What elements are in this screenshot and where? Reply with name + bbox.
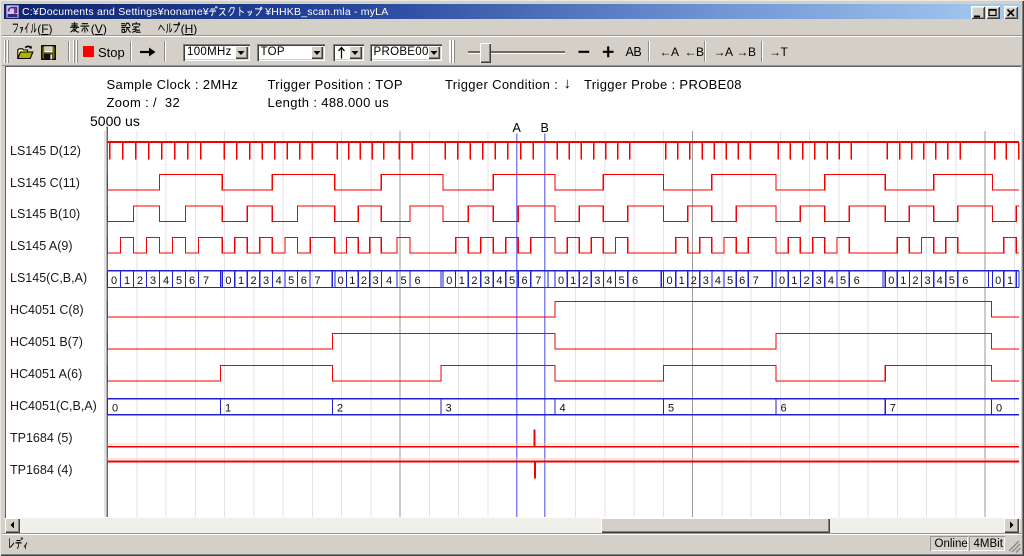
svg-text:3: 3 <box>446 402 452 414</box>
svg-text:0: 0 <box>338 275 344 287</box>
svg-text:5: 5 <box>949 275 955 287</box>
svg-text:6: 6 <box>632 275 638 287</box>
svg-text:4: 4 <box>937 275 943 287</box>
svg-text:6: 6 <box>781 402 787 414</box>
svg-text:1: 1 <box>1007 275 1013 287</box>
svg-text:7: 7 <box>314 275 320 287</box>
svg-text:3: 3 <box>484 275 490 287</box>
svg-text:3: 3 <box>703 275 709 287</box>
svg-text:1: 1 <box>679 275 685 287</box>
svg-text:7: 7 <box>753 275 759 287</box>
svg-text:4: 4 <box>715 275 721 287</box>
svg-text:0: 0 <box>112 402 118 414</box>
svg-text:1: 1 <box>570 275 576 287</box>
svg-text:4: 4 <box>276 275 282 287</box>
svg-text:5: 5 <box>400 275 406 287</box>
svg-text:2: 2 <box>137 275 143 287</box>
svg-text:4: 4 <box>828 275 834 287</box>
svg-text:2: 2 <box>361 275 367 287</box>
svg-text:2: 2 <box>337 402 343 414</box>
svg-text:1: 1 <box>791 275 797 287</box>
svg-text:7: 7 <box>890 402 896 414</box>
svg-text:6: 6 <box>739 275 745 287</box>
svg-text:2: 2 <box>251 275 257 287</box>
svg-text:0: 0 <box>558 275 564 287</box>
svg-text:3: 3 <box>924 275 930 287</box>
svg-text:5: 5 <box>668 402 674 414</box>
svg-text:4: 4 <box>560 402 566 414</box>
svg-text:3: 3 <box>594 275 600 287</box>
svg-text:5: 5 <box>840 275 846 287</box>
svg-text:5: 5 <box>288 275 294 287</box>
svg-text:2: 2 <box>582 275 588 287</box>
svg-text:0: 0 <box>225 275 231 287</box>
svg-text:1: 1 <box>349 275 355 287</box>
svg-text:7: 7 <box>535 275 541 287</box>
svg-text:0: 0 <box>446 275 452 287</box>
svg-text:4: 4 <box>606 275 612 287</box>
svg-text:0: 0 <box>666 275 672 287</box>
svg-text:0: 0 <box>111 275 117 287</box>
svg-text:3: 3 <box>373 275 379 287</box>
svg-text:1: 1 <box>124 275 130 287</box>
svg-text:1: 1 <box>900 275 906 287</box>
svg-text:5: 5 <box>727 275 733 287</box>
svg-text:5: 5 <box>176 275 182 287</box>
svg-text:6: 6 <box>414 275 420 287</box>
svg-text:6: 6 <box>962 275 968 287</box>
svg-text:2: 2 <box>803 275 809 287</box>
svg-text:5: 5 <box>618 275 624 287</box>
svg-text:6: 6 <box>522 275 528 287</box>
svg-text:3: 3 <box>816 275 822 287</box>
svg-text:2: 2 <box>471 275 477 287</box>
svg-text:0: 0 <box>995 275 1001 287</box>
svg-text:6: 6 <box>854 275 860 287</box>
svg-text:3: 3 <box>263 275 269 287</box>
svg-text:2: 2 <box>912 275 918 287</box>
svg-text:1: 1 <box>459 275 465 287</box>
svg-text:2: 2 <box>691 275 697 287</box>
svg-text:0: 0 <box>888 275 894 287</box>
svg-text:3: 3 <box>150 275 156 287</box>
svg-text:0: 0 <box>996 402 1002 414</box>
svg-text:4: 4 <box>163 275 169 287</box>
svg-text:1: 1 <box>238 275 244 287</box>
svg-text:1: 1 <box>225 402 231 414</box>
svg-text:4: 4 <box>386 275 392 287</box>
svg-text:5: 5 <box>509 275 515 287</box>
svg-text:6: 6 <box>189 275 195 287</box>
svg-text:7: 7 <box>203 275 209 287</box>
svg-text:0: 0 <box>779 275 785 287</box>
svg-text:6: 6 <box>301 275 307 287</box>
svg-text:4: 4 <box>496 275 502 287</box>
